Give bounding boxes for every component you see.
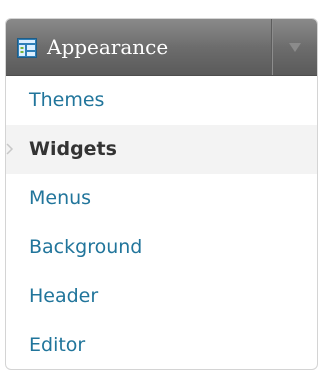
menu-toggle-button[interactable] xyxy=(271,19,317,75)
submenu-item-label: Background xyxy=(29,236,143,258)
appearance-submenu: Themes Widgets Menus Background Header E… xyxy=(6,76,317,369)
submenu-item-themes[interactable]: Themes xyxy=(6,76,317,125)
submenu-item-label: Menus xyxy=(29,187,92,209)
appearance-menu: Appearance Themes Widgets Menus Backgrou… xyxy=(5,18,318,370)
submenu-item-menus[interactable]: Menus xyxy=(6,174,317,223)
menu-title: Appearance xyxy=(47,35,169,59)
current-page-arrow-icon xyxy=(6,143,14,155)
submenu-item-label: Header xyxy=(29,285,99,307)
submenu-item-editor[interactable]: Editor xyxy=(6,321,317,369)
chevron-down-icon xyxy=(289,43,301,52)
appearance-icon xyxy=(17,38,37,58)
submenu-item-label: Themes xyxy=(29,89,105,111)
submenu-item-label: Editor xyxy=(29,334,86,356)
submenu-item-background[interactable]: Background xyxy=(6,223,317,272)
menu-header[interactable]: Appearance xyxy=(6,19,317,76)
submenu-item-label: Widgets xyxy=(29,138,117,160)
submenu-item-header[interactable]: Header xyxy=(6,272,317,321)
submenu-item-widgets[interactable]: Widgets xyxy=(6,125,317,174)
